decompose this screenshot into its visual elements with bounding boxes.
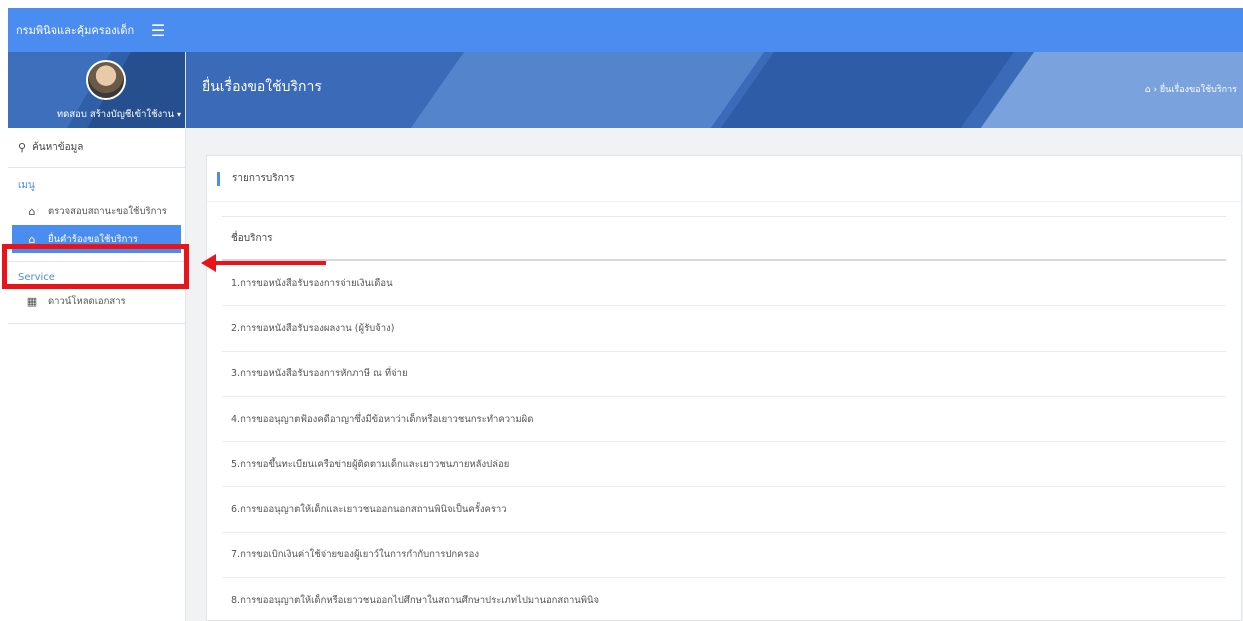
grid-icon: ▦ [26, 294, 38, 308]
card-title: รายการบริการ [232, 173, 295, 184]
table-row[interactable]: 1.การขอหนังสือรับรองการจ่ายเงินเดือน [222, 261, 1226, 307]
home-icon: ⌂ [28, 204, 36, 218]
breadcrumb: ⌂ › ยื่นเรื่องขอใช้บริการ [1144, 85, 1237, 95]
service-list-card: รายการบริการ ชื่อบริการ 1.การขอหนังสือรั… [206, 155, 1242, 621]
table-row[interactable]: 8.การขออนุญาตให้เด็กหรือเยาวชนออกไปศึกษา… [222, 578, 1226, 621]
chevron-down-icon: ▾ [176, 110, 181, 119]
username-label: ทดสอบ สร้างบัญชีเข้าใช้งาน [56, 109, 174, 120]
page-banner: ยื่นเรื่องขอใช้บริการ ⌂ › ยื่นเรื่องขอใช… [186, 52, 1243, 128]
card-header: รายการบริการ [207, 156, 1241, 202]
top-navbar: กรมพินิจและคุ้มครองเด็ก ☰ [8, 8, 1243, 52]
table-row[interactable]: 4.การขออนุญาตฟ้องคดีอาญาซึ่งมีข้อหาว่าเด… [222, 397, 1226, 443]
brand-title[interactable]: กรมพินิจและคุ้มครองเด็ก [8, 21, 143, 39]
sidebar-search-label: ค้นหาข้อมูล [32, 142, 84, 153]
menu-section-label: เมนู [18, 180, 35, 191]
table-row[interactable]: 2.การขอหนังสือรับรองผลงาน (ผู้รับจ้าง) [222, 306, 1226, 352]
decorative-stripe [393, 52, 779, 128]
table-header: ชื่อบริการ [222, 216, 1226, 261]
table-row[interactable]: 7.การขอเบิกเงินค่าใช้จ่ายของผู้เยาว์ในกา… [222, 533, 1226, 579]
sidebar: ทดสอบ สร้างบัญชีเข้าใช้งาน ▾ ⚲ ค้นหาข้อมู… [8, 52, 186, 621]
sidebar-search[interactable]: ⚲ ค้นหาข้อมูล [8, 128, 185, 168]
column-header-service-name: ชื่อบริการ [231, 232, 273, 244]
annotation-arrow-line [214, 261, 326, 265]
user-menu[interactable]: ทดสอบ สร้างบัญชีเข้าใช้งาน ▾ [8, 107, 181, 122]
user-profile-panel: ทดสอบ สร้างบัญชีเข้าใช้งาน ▾ [8, 52, 185, 128]
table-row[interactable]: 6.การขออนุญาตให้เด็กและเยาวชนออกนอกสถานพ… [222, 487, 1226, 533]
table-row[interactable]: 3.การขอหนังสือรับรองการหักภาษี ณ ที่จ่าย [222, 352, 1226, 397]
sidebar-item-check-status[interactable]: ⌂ ตรวจสอบสถานะขอใช้บริการ [8, 197, 185, 225]
search-icon: ⚲ [18, 141, 27, 154]
accent-bar [217, 171, 220, 186]
sidebar-item-label: ตรวจสอบสถานะขอใช้บริการ [48, 205, 167, 217]
breadcrumb-current: ยื่นเรื่องขอใช้บริการ [1159, 85, 1237, 95]
annotation-highlight-box [2, 244, 189, 289]
divider [8, 323, 185, 324]
page-title: ยื่นเรื่องขอใช้บริการ [202, 79, 322, 95]
hamburger-icon[interactable]: ☰ [143, 21, 173, 40]
table-row[interactable]: 5.การขอขึ้นทะเบียนเครือข่ายผู้ติดตามเด็ก… [222, 442, 1226, 488]
home-icon[interactable]: ⌂ [1145, 85, 1151, 95]
sidebar-item-label: ดาวน์โหลดเอกสาร [48, 295, 126, 307]
avatar [86, 60, 126, 100]
sidebar-item-download-documents[interactable]: ▦ ดาวน์โหลดเอกสาร [8, 287, 185, 315]
